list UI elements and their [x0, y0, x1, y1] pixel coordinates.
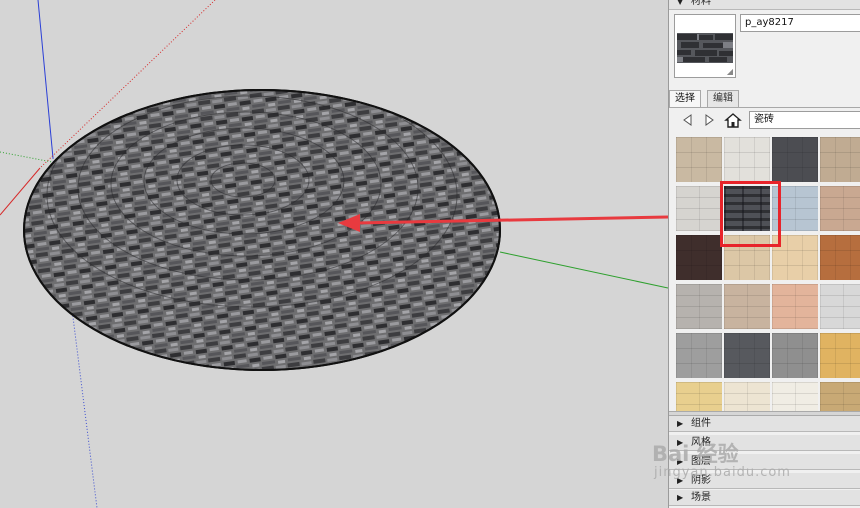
material-preview[interactable]: ◢ — [674, 14, 736, 78]
shadows-panel-header[interactable]: ▶ 阴影 — [669, 473, 860, 489]
layers-panel-header[interactable]: ▶ 图层 — [669, 454, 860, 470]
components-panel-header[interactable]: ▶ 组件 — [669, 416, 860, 432]
styles-panel-header[interactable]: ▶ 风格 — [669, 435, 860, 451]
panel-title: 图层 — [691, 456, 711, 467]
material-swatch[interactable] — [676, 333, 722, 378]
panel-title: 场景 — [691, 492, 711, 503]
material-swatch[interactable] — [820, 186, 860, 231]
expand-triangle-icon: ▶ — [677, 438, 684, 447]
material-swatch[interactable] — [676, 284, 722, 329]
modeling-viewport[interactable] — [0, 0, 668, 508]
material-swatch[interactable] — [772, 137, 818, 182]
axis-green-line — [499, 251, 668, 289]
materials-panel-header[interactable]: ▼ 材料 — [669, 0, 860, 10]
material-swatch[interactable] — [724, 137, 770, 182]
material-preview-swatch — [677, 33, 733, 63]
material-swatch[interactable] — [772, 333, 818, 378]
back-arrow-icon[interactable] — [679, 112, 697, 128]
material-swatch[interactable] — [724, 284, 770, 329]
scenes-panel-header[interactable]: ▶ 场景 — [669, 490, 860, 506]
axis-green-dotted-line — [0, 151, 53, 163]
materials-panel-title: 材料 — [691, 0, 711, 7]
expand-triangle-icon: ▶ — [677, 457, 684, 466]
tabs-divider — [669, 107, 860, 108]
material-swatch[interactable] — [676, 186, 722, 231]
forward-arrow-icon[interactable] — [701, 112, 719, 128]
material-name-field[interactable]: p_ay8217 — [740, 14, 860, 32]
expand-triangle-icon: ▶ — [677, 476, 684, 485]
material-swatch[interactable] — [724, 333, 770, 378]
panel-title: 阴影 — [691, 475, 711, 486]
material-swatch[interactable] — [676, 137, 722, 182]
material-library-select[interactable]: 瓷砖 — [749, 111, 860, 129]
material-swatch[interactable] — [676, 235, 722, 280]
panel-title: 组件 — [691, 418, 711, 429]
selected-swatch-highlight — [720, 181, 781, 247]
material-swatch[interactable] — [820, 235, 860, 280]
collapse-triangle-icon: ▼ — [677, 0, 684, 6]
viewport-canvas[interactable] — [0, 0, 668, 508]
tab-select[interactable]: 选择 — [669, 90, 701, 107]
tab-edit[interactable]: 编辑 — [707, 90, 739, 107]
expand-triangle-icon: ▶ — [677, 419, 684, 428]
expand-triangle-icon: ▶ — [677, 493, 684, 502]
material-swatch[interactable] — [820, 137, 860, 182]
panel-title: 风格 — [691, 437, 711, 448]
material-swatch[interactable] — [820, 284, 860, 329]
default-tray: ▼ 材料 ◢ p_ay8217 选择 编辑 瓷砖 ▶ 组件 ▶ 风格 ▶ 图层 — [668, 0, 860, 508]
material-swatch[interactable] — [820, 333, 860, 378]
material-swatch[interactable] — [772, 284, 818, 329]
resize-grip-icon: ◢ — [726, 67, 733, 76]
dome-model[interactable] — [23, 83, 501, 371]
home-icon[interactable] — [724, 112, 742, 128]
axis-blue-line — [37, 0, 54, 159]
material-swatch-grid — [676, 137, 860, 427]
